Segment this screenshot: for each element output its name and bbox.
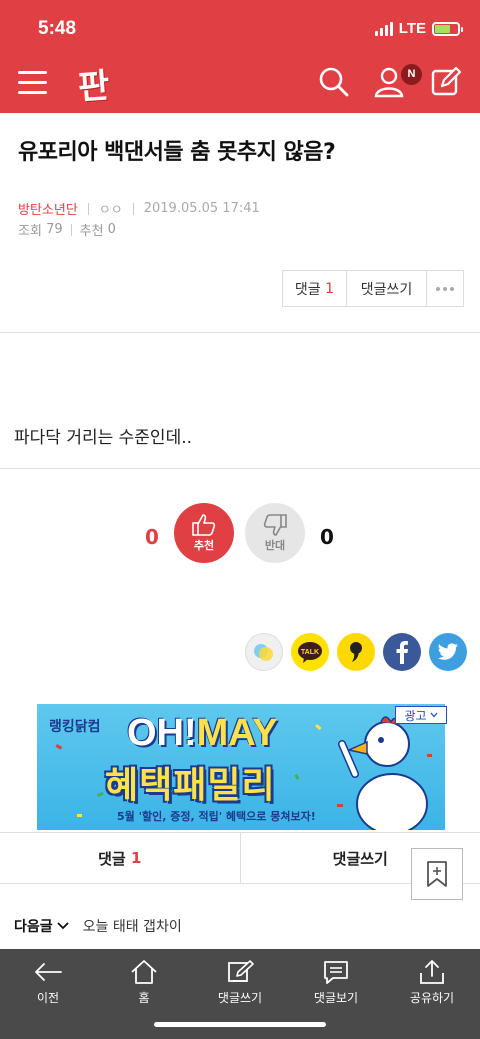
comments-button[interactable]: 댓글 1: [283, 271, 347, 306]
menu-icon[interactable]: [18, 71, 47, 95]
view-comments-button[interactable]: 댓글 1: [0, 833, 241, 883]
divider: [0, 468, 480, 469]
upvote-count: 0: [145, 525, 159, 549]
kakaopage-icon[interactable]: [337, 633, 375, 671]
post-action-group: 댓글 1 댓글쓰기: [282, 270, 464, 307]
ad-subtext: 5월 '할인, 증정, 적립' 혜택으로 뭉쳐보자!: [117, 810, 316, 823]
app-logo[interactable]: 판: [76, 58, 110, 109]
thumbs-down-icon: [263, 514, 287, 536]
status-time: 5:48: [38, 18, 77, 39]
nav-back[interactable]: 이전: [0, 949, 96, 1039]
recommend-count: 0: [107, 222, 116, 237]
downvote-count: 0: [320, 525, 334, 549]
downvote-label: 반대: [264, 539, 286, 552]
upvote-label: 추천: [193, 539, 215, 552]
kakaostory-icon[interactable]: [245, 633, 283, 671]
post-title: 유포리아 백댄서들 춤 못추지 않음?: [18, 140, 336, 165]
view-comments-icon: [324, 961, 348, 984]
views-count: 79: [46, 222, 63, 237]
post-body: 파다닥 거리는 수준인데..: [14, 428, 193, 448]
kakaotalk-icon[interactable]: TALK: [291, 633, 329, 671]
write-comment-button[interactable]: 댓글쓰기: [347, 271, 427, 306]
post-meta: 방탄소년단 ㅇㅇ 2019.05.05 17:41: [18, 199, 260, 218]
ad-main-text: 혜택패밀리: [105, 765, 276, 806]
bookmark-button[interactable]: [411, 848, 463, 900]
write-comment-icon: [228, 960, 254, 982]
next-post-label: 다음글: [14, 916, 69, 936]
ad-label[interactable]: 광고: [395, 706, 447, 724]
svg-text:TALK: TALK: [301, 649, 319, 656]
nav-share[interactable]: 공유하기: [384, 949, 480, 1039]
app-header: 5:48 LTE 판 N: [0, 0, 480, 113]
more-options-button[interactable]: [427, 271, 463, 306]
comment-bar: 댓글 1 댓글쓰기: [0, 832, 480, 884]
recommend-label: 추천: [79, 224, 104, 239]
signal-icon: [374, 21, 393, 36]
views-label: 조회: [18, 224, 42, 239]
chevron-down-icon: [57, 922, 69, 930]
next-post-row[interactable]: 다음글 오늘 태태 갭차이: [0, 905, 480, 947]
network-label: LTE: [398, 20, 426, 37]
notification-badge: N: [401, 64, 422, 85]
home-indicator[interactable]: [154, 1022, 326, 1027]
next-post-title[interactable]: 오늘 태태 갭차이: [83, 916, 182, 936]
twitter-icon[interactable]: [429, 633, 467, 671]
battery-icon: [432, 21, 463, 36]
home-icon: [131, 960, 157, 984]
divider: [0, 332, 480, 333]
share-icon: [420, 960, 444, 984]
post-author[interactable]: 방탄소년단: [18, 199, 78, 218]
ad-headline: OH!MAY: [127, 712, 278, 754]
write-post-icon[interactable]: [430, 66, 462, 98]
downvote-button[interactable]: 반대: [245, 503, 305, 563]
bookmark-add-icon: [427, 861, 447, 887]
ad-banner[interactable]: 랭킹닭컴 OH!MAY 혜택패밀리 5월 '할인, 증정, 적립' 혜택으로 뭉…: [37, 704, 445, 830]
thumbs-up-icon: [192, 514, 216, 536]
back-arrow-icon: [35, 963, 62, 981]
ad-brand: 랭킹닭컴: [49, 719, 101, 735]
post-datetime: 2019.05.05 17:41: [143, 201, 260, 216]
post-stats: 조회 79 추천 0: [18, 220, 116, 239]
search-icon[interactable]: [318, 66, 350, 98]
facebook-icon[interactable]: [383, 633, 421, 671]
upvote-button[interactable]: 추천: [174, 503, 234, 563]
more-dots-icon: [436, 286, 454, 291]
status-indicators: LTE: [374, 20, 463, 37]
chevron-down-icon: [430, 712, 438, 718]
post-author-extra: ㅇㅇ: [98, 203, 123, 218]
